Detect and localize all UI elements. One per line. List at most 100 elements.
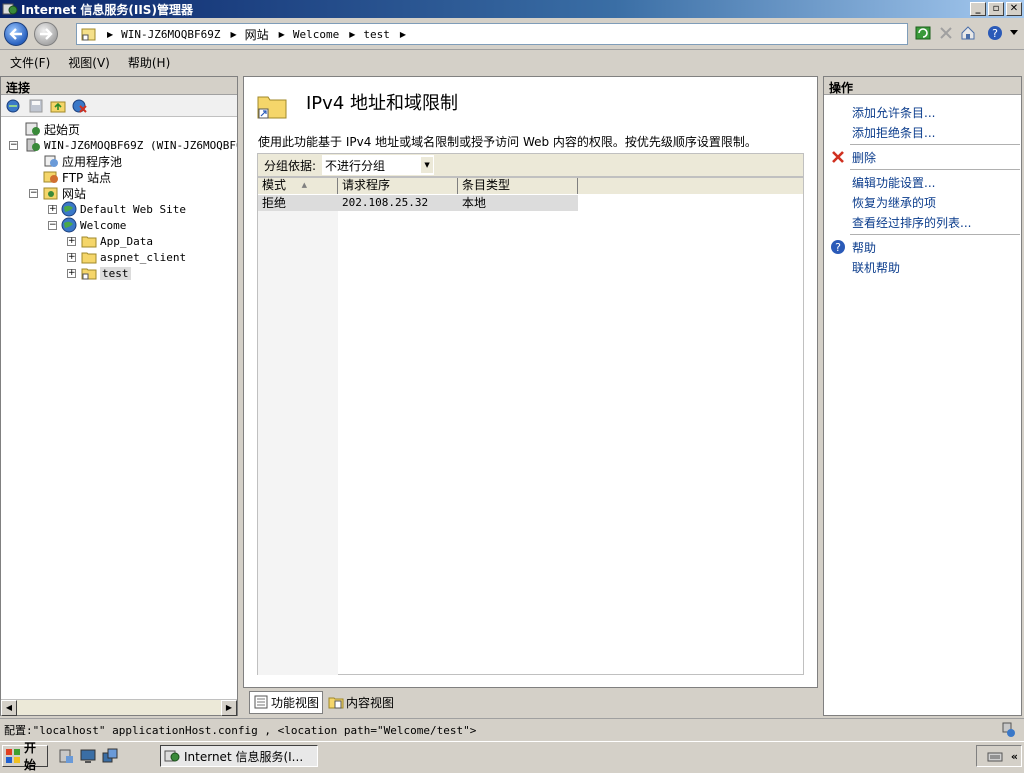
help-link[interactable]: 帮助 — [852, 239, 876, 256]
show-desktop-icon[interactable] — [80, 748, 96, 764]
up-folder-icon[interactable] — [49, 97, 67, 115]
aspnet-client-expand-toggle[interactable]: + — [67, 253, 76, 262]
sites-folder-icon — [43, 186, 59, 200]
tree-item-sites[interactable]: 网站 — [43, 185, 86, 201]
default-site-expand-toggle[interactable]: + — [48, 205, 57, 214]
virtual-folder-icon — [81, 266, 97, 280]
tree-item-app-pools[interactable]: 应用程序池 — [43, 153, 122, 169]
sites-collapse-toggle[interactable]: − — [29, 189, 38, 198]
globe-icon — [61, 201, 77, 217]
tree-item-aspnet-client[interactable]: aspnet_client — [81, 249, 186, 265]
breadcrumb-server[interactable]: WIN-JZ6MOQBF69Z — [121, 28, 220, 41]
actions-divider — [850, 234, 1020, 235]
menu-bar: 文件(F) 视图(V) 帮助(H) — [0, 51, 1024, 73]
group-by-select[interactable]: 不进行分组 ▼ — [322, 155, 435, 175]
cell-entry-type: 本地 — [462, 196, 487, 210]
column-header-mode[interactable]: 模式 ▲ — [258, 178, 338, 194]
close-button[interactable]: ✕ — [1006, 2, 1022, 16]
tree-item-ftp-sites[interactable]: FTP 站点 — [43, 169, 111, 185]
tree-item-start-page[interactable]: 起始页 — [25, 121, 80, 137]
breadcrumb-welcome[interactable]: Welcome — [293, 28, 339, 41]
feature-description: 使用此功能基于 IPv4 地址或域名限制或授予访问 Web 内容的权限。按优先级… — [258, 135, 757, 149]
tree-label: WIN-JZ6MOQBF69Z (WIN-JZ6MOQBF69Z — [44, 138, 237, 152]
breadcrumb-sites[interactable]: 网站 — [245, 26, 269, 43]
actions-divider — [850, 144, 1020, 145]
revert-to-inherited-link[interactable]: 恢复为继承的项 — [852, 194, 936, 211]
folder-shortcut-icon — [81, 27, 97, 41]
menu-help[interactable]: 帮助(H) — [128, 54, 170, 71]
save-icon[interactable] — [27, 97, 45, 115]
actions-panel: 操作 添加允许条目... 添加拒绝条目... 删除 编辑功能设置... 恢复为继… — [823, 76, 1022, 716]
actions-divider — [850, 169, 1020, 170]
maximize-button[interactable]: ▫ — [988, 2, 1004, 16]
keyboard-icon[interactable] — [987, 749, 1003, 763]
view-ordered-list-link[interactable]: 查看经过排序的列表... — [852, 214, 971, 231]
breadcrumb-separator: ▶ — [349, 29, 356, 39]
taskbar: 开始 Internet 信息服务(I... « — [0, 741, 1024, 772]
actions-header: 操作 — [824, 77, 1021, 95]
minimize-button[interactable]: _ — [970, 2, 986, 16]
tree-label: App_Data — [100, 234, 153, 248]
start-button[interactable]: 开始 — [2, 741, 48, 772]
tree-label: FTP 站点 — [62, 170, 112, 185]
start-page-icon — [25, 122, 41, 136]
edit-feature-settings-link[interactable]: 编辑功能设置... — [852, 174, 935, 191]
breadcrumb-test[interactable]: test — [363, 28, 390, 41]
connections-tree: 起始页 − WIN-JZ6MOQBF69Z (WIN-JZ6MOQBF69Z 应… — [1, 117, 237, 691]
scroll-left-arrow-icon[interactable]: ◀ — [1, 700, 17, 716]
refresh-icon[interactable] — [914, 24, 932, 42]
page-title: IPv4 地址和域限制 — [306, 93, 458, 114]
tree-item-default-web-site[interactable]: Default Web Site — [61, 201, 186, 217]
server-collapse-toggle[interactable]: − — [9, 141, 18, 150]
address-breadcrumb[interactable]: ▶ WIN-JZ6MOQBF69Z ▶ 网站 ▶ Welcome ▶ test … — [76, 23, 908, 45]
server-icon — [25, 138, 41, 152]
menu-file[interactable]: 文件(F) — [10, 54, 50, 71]
tree-horizontal-scrollbar[interactable]: ◀ ▶ — [1, 699, 237, 716]
add-allow-entry-link[interactable]: 添加允许条目... — [852, 104, 935, 121]
iis-app-icon — [2, 2, 18, 16]
table-row[interactable]: 拒绝 202.108.25.32 本地 — [258, 195, 578, 211]
restrictions-grid: 模式 ▲ 请求程序 条目类型 拒绝 202.108.25.32 本地 — [257, 177, 804, 675]
chevron-down-icon[interactable] — [1005, 24, 1023, 42]
stop-icon[interactable] — [937, 24, 955, 42]
windows-logo-icon — [5, 748, 21, 764]
forward-button[interactable] — [34, 22, 58, 46]
delete-link[interactable]: 删除 — [852, 149, 876, 166]
tree-item-test[interactable]: test — [81, 265, 131, 281]
taskbar-item-iis-manager[interactable]: Internet 信息服务(I... — [160, 745, 318, 767]
folder-icon — [81, 250, 97, 264]
scroll-right-arrow-icon[interactable]: ▶ — [221, 700, 237, 716]
forward-arrow-icon — [40, 28, 53, 40]
svg-text:?: ? — [835, 241, 841, 254]
tab-feature-view[interactable]: 功能视图 — [249, 690, 324, 714]
welcome-collapse-toggle[interactable]: − — [48, 221, 57, 230]
cell-requester: 202.108.25.32 — [342, 196, 429, 209]
help-dropdown-icon[interactable]: ? — [986, 24, 1004, 42]
tree-label: 起始页 — [44, 122, 81, 137]
tray-expand-icon[interactable]: « — [1011, 750, 1018, 763]
server-manager-icon[interactable] — [58, 748, 74, 764]
window-title: Internet 信息服务(IIS)管理器 — [21, 2, 193, 17]
switch-windows-icon[interactable] — [102, 748, 118, 764]
online-help-link[interactable]: 联机帮助 — [852, 259, 900, 276]
globe-icon — [61, 217, 77, 233]
add-deny-entry-link[interactable]: 添加拒绝条目... — [852, 124, 935, 141]
connect-icon[interactable] — [5, 97, 23, 115]
cell-mode: 拒绝 — [262, 196, 287, 210]
back-button[interactable] — [4, 22, 28, 46]
home-icon[interactable] — [959, 24, 977, 42]
column-header-requester[interactable]: 请求程序 — [338, 178, 458, 194]
chevron-down-icon[interactable]: ▼ — [421, 157, 434, 173]
tree-item-welcome[interactable]: Welcome — [61, 217, 126, 233]
tree-item-app-data[interactable]: App_Data — [81, 233, 153, 249]
test-expand-toggle[interactable]: + — [67, 269, 76, 278]
menu-view[interactable]: 视图(V) — [68, 54, 110, 71]
column-header-entry-type[interactable]: 条目类型 — [458, 178, 578, 194]
disconnect-icon[interactable] — [71, 97, 89, 115]
tab-content-view[interactable]: 内容视图 — [325, 692, 397, 713]
feature-view-icon — [253, 694, 269, 710]
tree-item-server[interactable]: WIN-JZ6MOQBF69Z (WIN-JZ6MOQBF69Z — [25, 137, 237, 153]
breadcrumb-separator: ▶ — [399, 29, 406, 39]
app-data-expand-toggle[interactable]: + — [67, 237, 76, 246]
folder-icon — [81, 234, 97, 248]
